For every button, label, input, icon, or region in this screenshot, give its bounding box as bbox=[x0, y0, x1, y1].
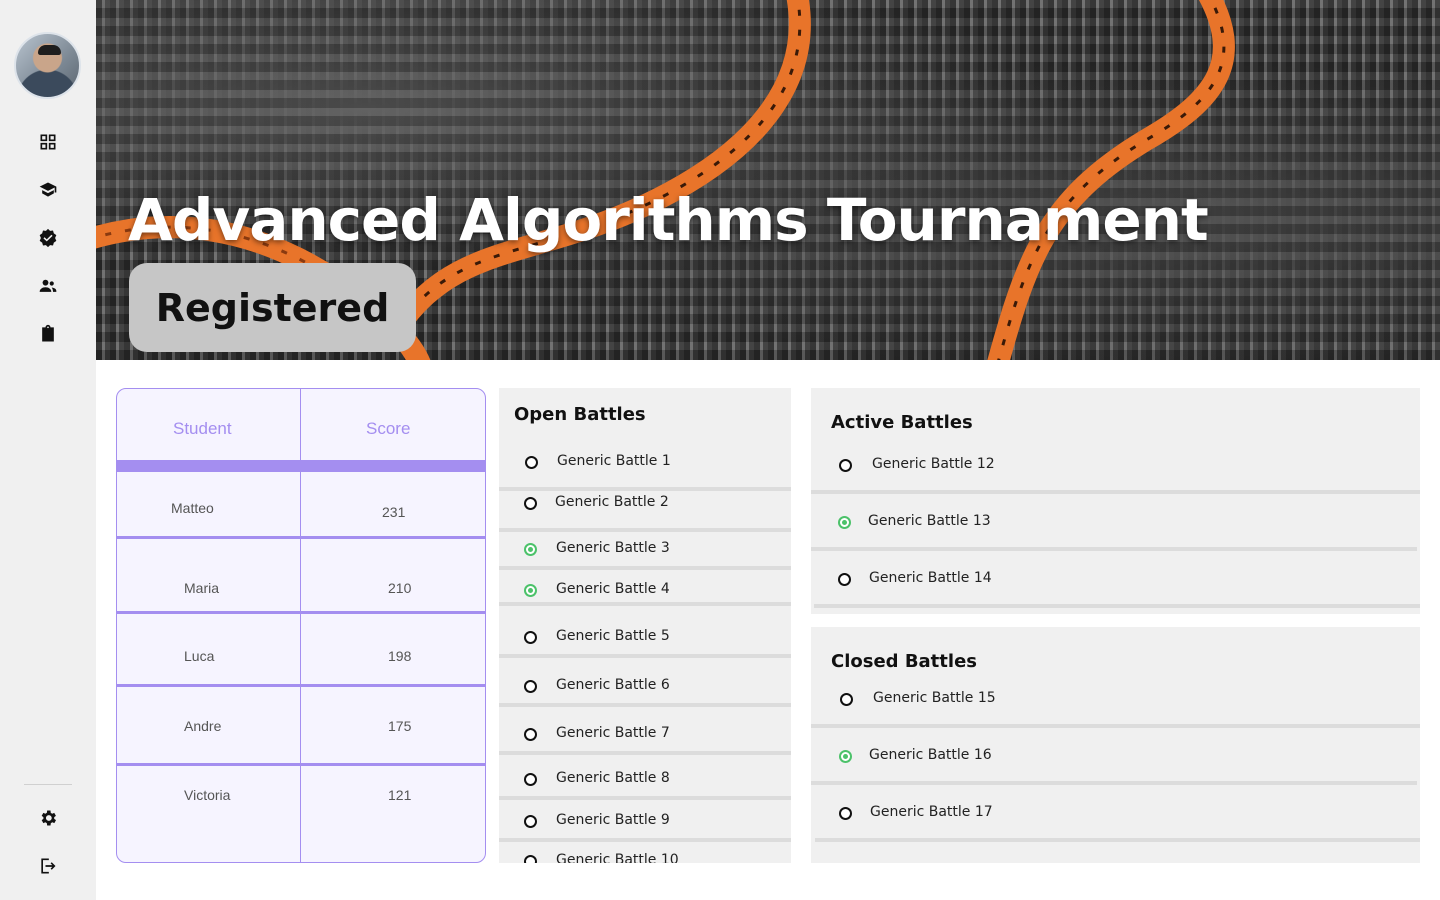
battle-item[interactable]: Generic Battle 6 bbox=[499, 674, 791, 698]
radio-button-selected[interactable] bbox=[524, 584, 537, 597]
radio-button[interactable] bbox=[524, 815, 537, 828]
battle-label: Generic Battle 13 bbox=[868, 513, 991, 529]
radio-button[interactable] bbox=[524, 855, 537, 863]
radio-button[interactable] bbox=[839, 459, 852, 472]
radio-button[interactable] bbox=[524, 497, 537, 510]
active-battles-title: Active Battles bbox=[831, 412, 973, 433]
logout-icon[interactable] bbox=[36, 854, 60, 878]
active-battles-panel: Active Battles Generic Battle 12 Generic… bbox=[811, 388, 1420, 614]
battle-item[interactable]: Generic Battle 2 bbox=[499, 491, 791, 515]
battle-label: Generic Battle 7 bbox=[556, 725, 670, 741]
row-divider bbox=[117, 536, 485, 539]
battle-label: Generic Battle 16 bbox=[869, 747, 992, 763]
student-column-header: Student bbox=[173, 419, 232, 438]
battle-item[interactable]: Generic Battle 16 bbox=[811, 745, 1420, 769]
header-bar bbox=[117, 460, 485, 472]
radio-button[interactable] bbox=[839, 807, 852, 820]
sidebar bbox=[0, 0, 96, 900]
battle-item[interactable]: Generic Battle 10 bbox=[499, 849, 791, 863]
battle-item[interactable]: Generic Battle 4 bbox=[499, 578, 791, 602]
radio-button[interactable] bbox=[525, 456, 538, 469]
separator bbox=[811, 490, 1420, 494]
battle-label: Generic Battle 6 bbox=[556, 677, 670, 693]
student-score: 210 bbox=[388, 580, 412, 596]
radio-button[interactable] bbox=[524, 680, 537, 693]
radio-button[interactable] bbox=[524, 728, 537, 741]
dashboard-icon[interactable] bbox=[36, 130, 60, 154]
student-name: Victoria bbox=[184, 787, 231, 803]
student-name: Matteo bbox=[171, 500, 214, 516]
battle-label: Generic Battle 8 bbox=[556, 770, 670, 786]
battle-item[interactable]: Generic Battle 1 bbox=[499, 450, 791, 474]
separator bbox=[499, 566, 791, 570]
student-score: 175 bbox=[388, 718, 412, 734]
closed-battles-title: Closed Battles bbox=[831, 651, 977, 672]
radio-button[interactable] bbox=[524, 773, 537, 786]
row-divider bbox=[117, 684, 485, 687]
battle-label: Generic Battle 10 bbox=[556, 852, 679, 863]
row-divider bbox=[117, 763, 485, 766]
student-name: Luca bbox=[184, 648, 215, 664]
battle-label: Generic Battle 4 bbox=[556, 581, 670, 597]
separator bbox=[811, 547, 1417, 551]
battle-item[interactable]: Generic Battle 5 bbox=[499, 625, 791, 649]
school-icon[interactable] bbox=[36, 178, 60, 202]
battle-label: Generic Battle 3 bbox=[556, 540, 670, 556]
assignment-icon[interactable] bbox=[36, 322, 60, 346]
battle-item[interactable]: Generic Battle 14 bbox=[811, 568, 1420, 592]
tournament-title: Advanced Algorithms Tournament bbox=[128, 186, 1209, 254]
battle-item[interactable]: Generic Battle 8 bbox=[499, 767, 791, 791]
leaderboard-table: Student Score Matteo 231 Maria 210 Luca … bbox=[116, 388, 486, 863]
separator bbox=[499, 751, 791, 755]
score-column-header: Score bbox=[366, 419, 411, 438]
separator bbox=[499, 796, 791, 800]
separator bbox=[811, 724, 1420, 728]
battle-label: Generic Battle 5 bbox=[556, 628, 670, 644]
registration-status-badge: Registered bbox=[129, 263, 416, 352]
sidebar-divider bbox=[24, 784, 72, 785]
student-score: 231 bbox=[382, 504, 406, 520]
battle-label: Generic Battle 1 bbox=[557, 453, 671, 469]
battle-label: Generic Battle 17 bbox=[870, 804, 993, 820]
separator bbox=[499, 602, 791, 606]
row-divider bbox=[117, 611, 485, 614]
radio-button-selected[interactable] bbox=[524, 543, 537, 556]
group-icon[interactable] bbox=[36, 274, 60, 298]
student-score: 121 bbox=[388, 787, 412, 803]
radio-button[interactable] bbox=[524, 631, 537, 644]
battle-label: Generic Battle 9 bbox=[556, 812, 670, 828]
separator bbox=[815, 838, 1420, 842]
battle-label: Generic Battle 12 bbox=[872, 456, 995, 472]
separator bbox=[811, 781, 1417, 785]
avatar[interactable] bbox=[14, 32, 81, 99]
radio-button-selected[interactable] bbox=[838, 516, 851, 529]
radio-button[interactable] bbox=[840, 693, 853, 706]
radio-button[interactable] bbox=[838, 573, 851, 586]
separator bbox=[499, 838, 791, 842]
open-battles-title: Open Battles bbox=[514, 404, 646, 425]
battle-item[interactable]: Generic Battle 17 bbox=[811, 802, 1420, 826]
battle-item[interactable]: Generic Battle 13 bbox=[811, 511, 1420, 535]
separator bbox=[499, 654, 791, 658]
battle-item[interactable]: Generic Battle 15 bbox=[811, 688, 1420, 712]
separator bbox=[814, 604, 1420, 608]
radio-button-selected[interactable] bbox=[839, 750, 852, 763]
settings-icon[interactable] bbox=[36, 806, 60, 830]
separator bbox=[499, 528, 791, 532]
closed-battles-panel: Closed Battles Generic Battle 15 Generic… bbox=[811, 627, 1420, 863]
student-name: Andre bbox=[184, 718, 222, 734]
battle-item[interactable]: Generic Battle 3 bbox=[499, 537, 791, 561]
battle-label: Generic Battle 2 bbox=[555, 494, 669, 510]
battle-item[interactable]: Generic Battle 9 bbox=[499, 809, 791, 833]
hero-banner: Advanced Algorithms Tournament Registere… bbox=[96, 0, 1440, 360]
verified-icon[interactable] bbox=[36, 226, 60, 250]
battle-item[interactable]: Generic Battle 12 bbox=[811, 454, 1420, 478]
battle-label: Generic Battle 14 bbox=[869, 570, 992, 586]
student-score: 198 bbox=[388, 648, 412, 664]
student-name: Maria bbox=[184, 580, 220, 596]
battle-item[interactable]: Generic Battle 7 bbox=[499, 722, 791, 746]
separator bbox=[499, 703, 791, 707]
battle-label: Generic Battle 15 bbox=[873, 690, 996, 706]
open-battles-panel: Open Battles Generic Battle 1 Generic Ba… bbox=[499, 388, 791, 863]
